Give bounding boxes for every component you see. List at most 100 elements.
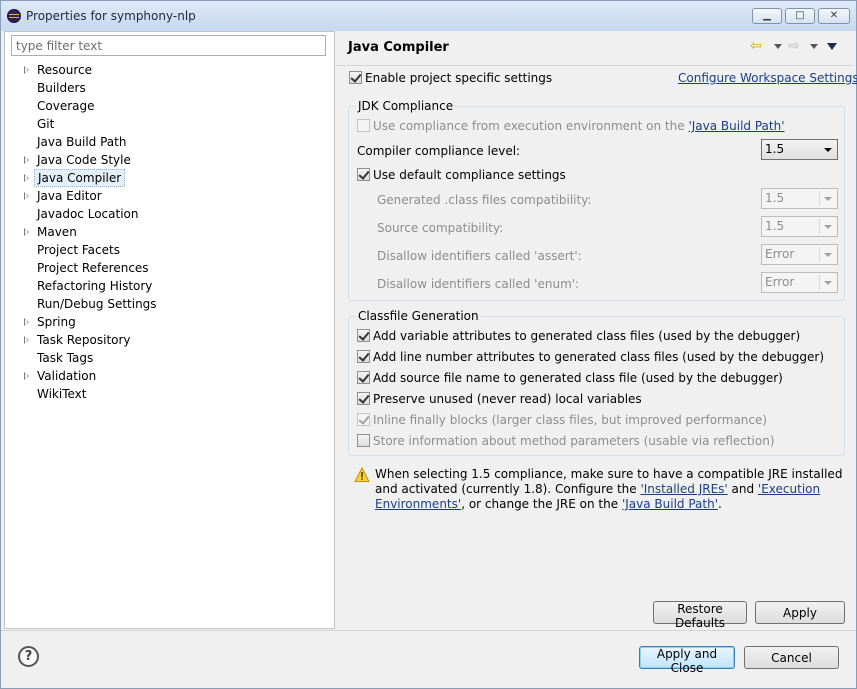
back-arrow-icon[interactable]: ⇦ [750,39,766,53]
tree-item-label: Javadoc Location [37,207,139,221]
compliance-level-label: Compiler compliance level: [357,144,521,158]
tree-item-label: WikiText [37,387,87,401]
apply-and-close-button[interactable]: Apply and Close [639,646,735,675]
variable-attributes-checkbox[interactable] [357,329,370,342]
enable-project-settings-checkbox[interactable] [349,71,362,84]
expand-arrow-icon[interactable] [24,174,29,182]
enum-identifier-label: Disallow identifiers called 'enum': [377,277,580,291]
java-build-path-link[interactable]: 'Java Build Path' [688,119,784,133]
inline-finally-label: Inline finally blocks (larger class file… [373,413,768,427]
tree-item[interactable]: Java Build Path [5,133,334,151]
use-ee-compliance-checkbox[interactable] [357,119,370,132]
tree-item[interactable]: WikiText [5,385,334,403]
expand-arrow-icon[interactable] [24,318,29,326]
chevron-down-icon [824,253,832,257]
tree-item[interactable]: Java Editor [5,187,334,205]
tree-item[interactable]: Java Code Style [5,151,334,169]
chevron-down-icon [824,148,832,152]
preserve-unused-checkbox[interactable] [357,392,370,405]
use-default-compliance-checkbox[interactable] [357,168,370,181]
expand-arrow-icon[interactable] [24,192,29,200]
compliance-warning-text: When selecting 1.5 compliance, make sure… [375,467,843,511]
help-icon[interactable]: ? [18,646,39,667]
enable-project-settings-label: Enable project specific settings [365,71,553,85]
preference-tree: Resource Builders Coverage Git Java Build Pa… [5,61,334,403]
filter-input[interactable] [11,35,326,56]
installed-jres-link[interactable]: 'Installed JREs' [640,482,727,496]
tree-item[interactable]: Javadoc Location [5,205,334,223]
apply-button[interactable]: Apply [755,601,845,624]
expand-arrow-icon[interactable] [24,336,29,344]
tree-item[interactable]: Coverage [5,97,334,115]
expand-arrow-icon[interactable] [24,372,29,380]
tree-item[interactable]: Task Tags [5,349,334,367]
preference-tree-pane: Resource Builders Coverage Git Java Build Pa… [4,31,335,629]
configure-workspace-link[interactable]: Configure Workspace Settings... [678,71,857,85]
eclipse-icon [7,9,21,23]
source-file-name-label: Add source file name to generated class … [373,371,783,385]
use-ee-compliance-label: Use compliance from execution environmen… [373,119,785,133]
cancel-button[interactable]: Cancel [744,646,839,669]
restore-defaults-button[interactable]: Restore Defaults [653,601,747,630]
tree-item[interactable]: Git [5,115,334,133]
tree-item[interactable]: Run/Debug Settings [5,295,334,313]
store-parameters-checkbox[interactable] [357,434,370,447]
tree-item-label: Maven [37,225,77,239]
expand-arrow-icon[interactable] [24,228,29,236]
tree-item[interactable]: Project Facets [5,241,334,259]
tree-item-label: Spring [37,315,76,329]
tree-item[interactable]: Resource [5,61,334,79]
properties-dialog: Properties for symphony-nlp ▁ □ ✕ Resour… [0,0,857,689]
back-dropdown-icon[interactable] [774,44,782,49]
window-title: Properties for symphony-nlp [26,9,196,23]
tree-item[interactable]: Project References [5,259,334,277]
variable-attributes-label: Add variable attributes to generated cla… [373,329,801,343]
tree-item[interactable]: Maven [5,223,334,241]
compliance-level-select[interactable]: 1.5 [761,139,838,160]
generated-compat-select[interactable]: 1.5 [761,188,838,209]
assert-identifier-select[interactable]: Error [761,244,838,265]
minimize-button[interactable]: ▁ [752,8,782,24]
preserve-unused-label: Preserve unused (never read) local varia… [373,392,642,406]
java-build-path-link-warning[interactable]: 'Java Build Path' [622,497,718,511]
inline-finally-checkbox[interactable] [357,413,370,426]
maximize-button[interactable]: □ [785,8,815,24]
jdk-compliance-title: JDK Compliance [356,99,456,113]
header-separator [336,65,853,66]
enum-identifier-select[interactable]: Error [761,272,838,293]
tree-item-label: Run/Debug Settings [37,297,157,311]
close-button[interactable]: ✕ [818,8,850,24]
forward-arrow-icon[interactable]: ⇨ [788,39,804,53]
source-compat-label: Source compatibility: [377,221,504,235]
warning-icon [354,467,370,482]
tree-item[interactable]: Task Repository [5,331,334,349]
tree-item[interactable]: Java Compiler [5,169,334,187]
tree-item-label: Coverage [37,99,95,113]
tree-item-label: Java Code Style [37,153,131,167]
tree-item-label: Refactoring History [37,279,153,293]
tree-item[interactable]: Builders [5,79,334,97]
page-title: Java Compiler [348,40,449,55]
source-compat-select[interactable]: 1.5 [761,216,838,237]
classfile-generation-title: Classfile Generation [356,309,481,323]
view-menu-icon[interactable] [827,43,837,50]
source-file-name-checkbox[interactable] [357,371,370,384]
line-number-label: Add line number attributes to generated … [373,350,825,364]
forward-dropdown-icon[interactable] [810,44,818,49]
expand-arrow-icon[interactable] [24,66,29,74]
chevron-down-icon [824,225,832,229]
tree-item[interactable]: Spring [5,313,334,331]
tree-item[interactable]: Validation [5,367,334,385]
title-bar: Properties for symphony-nlp ▁ □ ✕ [1,1,856,31]
expand-arrow-icon[interactable] [24,156,29,164]
generated-compat-label: Generated .class files compatibility: [377,193,592,207]
line-number-checkbox[interactable] [357,350,370,363]
tree-item[interactable]: Refactoring History [5,277,334,295]
